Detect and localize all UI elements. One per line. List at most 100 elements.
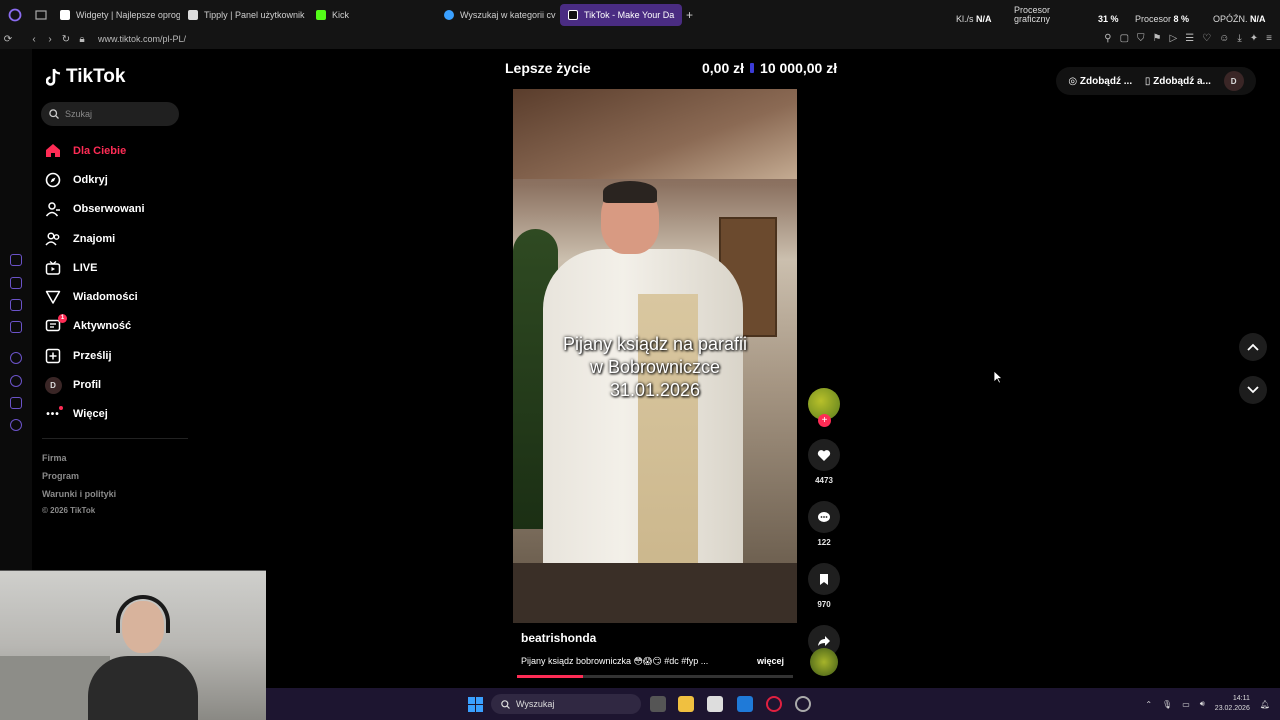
notifications-icon[interactable]: 🔔︎ [1260,700,1270,709]
tab-tiktok[interactable]: TikTok - Make Your Da [560,3,682,26]
previous-video-button[interactable] [1239,333,1267,361]
comment-action[interactable]: 122 [806,501,842,547]
file-explorer-icon[interactable] [678,696,694,712]
live-tv-icon [44,259,62,277]
url-field[interactable]: www.tiktok.com/pl-PL/ [98,34,186,44]
profile-avatar-button[interactable]: D [1223,71,1244,91]
tab-label: Wyszukaj w kategorii cv [460,9,556,20]
forward-icon[interactable]: › [42,34,58,45]
ai-icon[interactable]: ✦ [1250,33,1258,44]
more-button[interactable]: więcej [757,656,784,666]
sidebar-app-icon[interactable] [10,321,22,333]
reload-icon[interactable]: ↻ [58,34,74,45]
nav-item-live[interactable]: LIVE [44,253,145,282]
sync-icon[interactable]: ⟳ [0,34,16,45]
sidebar-app-icon[interactable] [10,254,22,266]
tab-kick[interactable]: Kick [308,4,436,26]
clock-time: 14:11 [1232,695,1250,702]
history-icon[interactable] [10,375,22,387]
sidebar-app-icon[interactable] [10,352,22,364]
nav-item-aktywnosc[interactable]: 1 Aktywność [44,312,145,341]
sysmon-kls: Kl./s N/A [956,15,992,24]
opera-gx-logo-icon[interactable] [0,0,30,29]
pin-icon[interactable]: ⚲ [1104,33,1111,44]
video-player[interactable]: Pijany ksiądz na parafii w Bobrowniczce … [513,89,797,623]
nav-item-dla-ciebie[interactable]: Dla Ciebie [44,136,145,165]
tab-workspaces-icon[interactable] [30,0,52,29]
bookmark-icon[interactable] [808,563,840,595]
chevron-up-icon [1247,343,1259,351]
windows-start-icon[interactable] [468,697,483,712]
get-coins-button[interactable]: ◎ Zdobądź ... [1068,76,1132,87]
steam-icon[interactable] [795,696,811,712]
download-icon[interactable]: ⤓ [1237,33,1241,44]
author-avatar[interactable]: + [808,388,840,427]
like-action[interactable]: 4473 [806,439,842,485]
nav-item-label: Aktywność [73,320,132,333]
tab-label: Widgety | Najlepsze oprog [76,9,180,20]
taskbar-search[interactable]: Wyszukaj [491,694,641,714]
video-actions: + 4473 122 970 9348 [806,388,842,671]
comment-count: 122 [817,538,831,547]
task-view-icon[interactable] [650,696,666,712]
sysmon-label: OPÓŹN. [1213,14,1248,24]
bookmarks-icon[interactable]: ☰ [1185,33,1194,44]
new-tab-button[interactable]: + [682,4,702,26]
sidebar-app-icon[interactable] [10,299,22,311]
footer-link-firma[interactable]: Firma [42,449,116,467]
menu-icon[interactable]: ≡ [1266,33,1272,44]
sidebar-app-icon[interactable] [10,277,22,289]
tab-label: Tipply | Panel użytkownik [204,9,305,20]
search-input[interactable]: Szukaj [41,102,179,126]
taskbar-clock[interactable]: 14:11 23.02.2026 [1215,694,1250,714]
tab-tipply[interactable]: Tipply | Panel użytkownik [180,4,308,26]
next-video-button[interactable] [1239,376,1267,404]
get-app-button[interactable]: ▯ Zdobądź a... [1145,76,1211,87]
video-author[interactable]: beatrishonda [521,631,596,645]
volume-icon[interactable]: 🔊︎ [1200,699,1205,709]
microphone-icon[interactable]: 🎙︎ [1162,700,1172,709]
nav-item-znajomi[interactable]: Znajomi [44,224,145,253]
video-progress-bar[interactable] [517,675,793,678]
sidebar-app-icon[interactable] [10,397,22,409]
nav-item-wiadomosci[interactable]: Wiadomości [44,282,145,311]
comment-icon[interactable] [808,501,840,533]
opera-gx-taskbar-icon[interactable] [766,696,782,712]
chevron-up-icon[interactable]: ⌃ [1145,700,1152,709]
tab-wyszukaj[interactable]: Wyszukaj w kategorii cv [436,4,560,26]
follow-plus-icon[interactable]: + [818,414,831,427]
nav-item-profil[interactable]: D Profil [44,370,145,399]
save-action[interactable]: 970 [806,563,842,609]
outlook-icon[interactable] [737,696,753,712]
nav-item-przeslij[interactable]: Prześlij [44,341,145,370]
network-icon[interactable]: ▭ [1182,700,1190,709]
translate-icon[interactable]: ⚑ [1153,33,1162,44]
play-icon[interactable]: ▷ [1169,33,1177,44]
store-icon[interactable] [707,696,723,712]
music-disc-icon[interactable] [810,648,838,676]
search-favicon-icon [444,9,454,20]
nav-item-wiecej[interactable]: ••• Więcej [44,400,145,429]
tab-widgety[interactable]: Widgety | Najlepsze oprog [52,4,180,26]
sysmon-cpu: Procesor 8 % [1135,15,1189,24]
footer-link-program[interactable]: Program [42,467,116,485]
shield-icon[interactable]: ⛉ [1137,33,1145,44]
nav-item-odkryj[interactable]: Odkryj [44,165,145,194]
settings-icon[interactable] [10,419,22,431]
goal-target: 10 000,00 zł [760,60,838,76]
webcam-overlay [0,570,266,720]
nav-item-obserwowani[interactable]: Obserwowani [44,195,145,224]
heart-icon[interactable]: ♡ [1202,33,1211,44]
back-icon[interactable]: ‹ [26,34,42,45]
snapshot-icon[interactable]: ▢ [1120,33,1129,44]
search-placeholder: Szukaj [65,109,93,119]
footer-link-terms[interactable]: Warunki i polityki [42,485,116,503]
donation-goal: 0,00 zł 10 000,00 zł [702,60,837,76]
tipply-favicon-icon [188,9,198,20]
tiktok-logo[interactable]: TikTok [46,66,125,88]
tiktok-logo-text: TikTok [66,66,126,87]
account-icon[interactable]: ☺ [1219,33,1229,44]
search-icon [501,699,510,709]
nav-item-label: LIVE [73,261,98,274]
heart-icon[interactable] [808,439,840,471]
